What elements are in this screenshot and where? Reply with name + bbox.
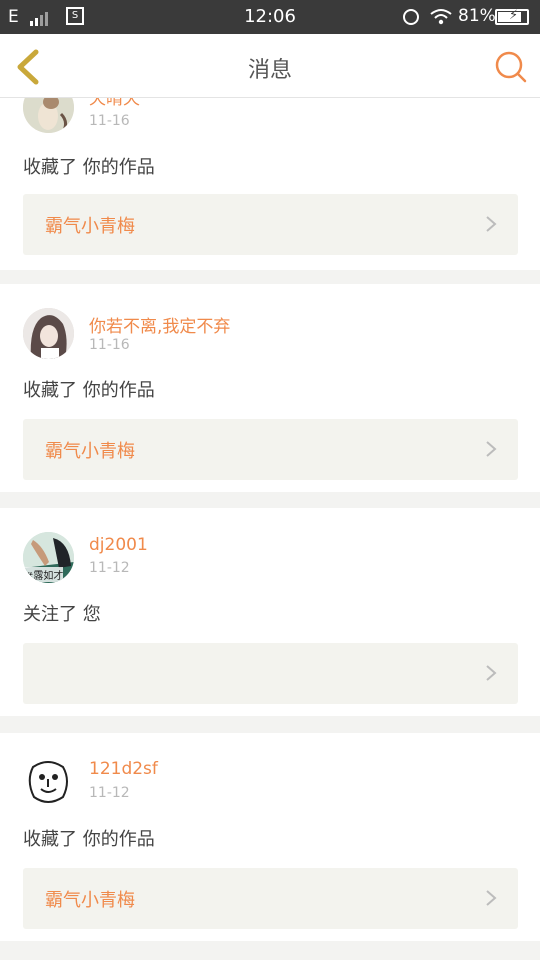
work-link[interactable] xyxy=(23,643,518,704)
alarm-icon xyxy=(403,9,419,25)
charging-bolt-icon: ⚡ xyxy=(509,8,519,23)
chevron-right-icon xyxy=(486,665,497,681)
message-list[interactable]: 天晴天 11-16 收藏了 你的作品 霸气小青梅 你若不离,我定不弃 11-16… xyxy=(0,98,540,960)
avatar[interactable] xyxy=(23,308,74,359)
avatar[interactable] xyxy=(23,98,74,133)
message-date: 11-12 xyxy=(89,560,130,576)
username[interactable]: 你若不离,我定不弃 xyxy=(89,312,230,337)
avatar[interactable]: #露如才 xyxy=(23,532,74,583)
work-link[interactable]: 霸气小青梅 xyxy=(23,194,518,255)
chevron-right-icon xyxy=(486,890,497,906)
search-button[interactable] xyxy=(494,50,528,84)
avatar[interactable] xyxy=(23,757,74,808)
message-item[interactable]: 你若不离,我定不弃 11-16 收藏了 你的作品 霸气小青梅 xyxy=(0,284,540,492)
work-link[interactable]: 霸气小青梅 xyxy=(23,419,518,480)
work-title: 霸气小青梅 xyxy=(45,216,135,237)
status-bar: E S 12:06 81% ⚡ xyxy=(0,0,540,34)
message-action: 关注了 您 xyxy=(23,604,101,625)
page-title: 消息 xyxy=(247,58,292,83)
work-title: 霸气小青梅 xyxy=(45,890,135,911)
wifi-icon xyxy=(430,8,452,30)
chevron-right-icon xyxy=(486,216,497,232)
message-action: 收藏了 你的作品 xyxy=(23,380,155,401)
back-button[interactable] xyxy=(12,48,48,86)
message-date: 11-16 xyxy=(89,113,130,129)
chevron-left-icon xyxy=(17,49,39,85)
battery-icon: ⚡ xyxy=(495,8,529,25)
message-item[interactable]: 121d2sf 11-12 收藏了 你的作品 霸气小青梅 xyxy=(0,733,540,941)
message-action: 收藏了 你的作品 xyxy=(23,157,155,178)
message-action: 收藏了 你的作品 xyxy=(23,829,155,850)
search-icon xyxy=(495,51,527,83)
chevron-right-icon xyxy=(486,441,497,457)
message-date: 11-16 xyxy=(89,337,130,353)
work-link[interactable]: 霸气小青梅 xyxy=(23,868,518,929)
work-title: 霸气小青梅 xyxy=(45,441,135,462)
avatar-caption: #露如才 xyxy=(25,567,64,582)
message-date: 11-12 xyxy=(89,785,130,801)
message-item[interactable]: 天晴天 11-16 收藏了 你的作品 霸气小青梅 xyxy=(0,98,540,270)
username[interactable]: 天晴天 xyxy=(89,98,140,109)
username[interactable]: dj2001 xyxy=(89,535,148,555)
username[interactable]: 121d2sf xyxy=(89,759,158,779)
message-item[interactable]: #露如才 dj2001 11-12 关注了 您 xyxy=(0,508,540,716)
nav-header: 消息 xyxy=(0,34,540,98)
battery-percent: 81% xyxy=(458,6,496,26)
